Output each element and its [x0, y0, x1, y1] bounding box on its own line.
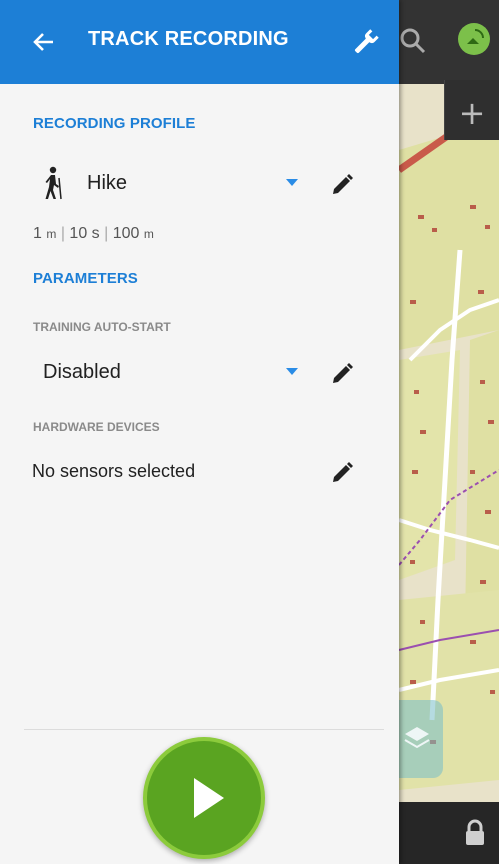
hardware-devices-label: HARDWARE DEVICES — [33, 420, 160, 434]
hiker-icon — [45, 166, 62, 200]
back-button[interactable] — [22, 22, 66, 62]
caret-down-icon[interactable] — [286, 368, 298, 375]
settings-button[interactable] — [344, 20, 388, 64]
hardware-devices-selector[interactable]: No sensors selected — [24, 452, 369, 492]
training-autostart-label: TRAINING AUTO-START — [33, 320, 171, 334]
parameters-header: PARAMETERS — [33, 270, 138, 287]
plus-icon: + — [458, 94, 486, 132]
gps-satellite-icon[interactable] — [449, 14, 499, 64]
stats-separator: | — [60, 225, 65, 242]
arrow-left-icon — [33, 33, 53, 51]
play-icon — [194, 778, 224, 818]
accuracy-value: 100 — [112, 225, 140, 242]
app-bar: TRACK RECORDING — [0, 0, 399, 84]
hardware-devices-value: No sensors selected — [32, 461, 196, 481]
time-value: 10 s — [69, 225, 100, 242]
training-autostart-selector[interactable]: Disabled — [24, 353, 369, 393]
recording-profile-header: RECORDING PROFILE — [33, 115, 196, 132]
distance-unit: m — [46, 227, 57, 241]
divider — [24, 729, 384, 730]
pencil-icon — [333, 363, 353, 383]
profile-name: Hike — [87, 172, 128, 194]
wrench-icon — [354, 29, 379, 54]
accuracy-unit: m — [143, 227, 154, 241]
zoom-in-button[interactable]: + — [444, 80, 499, 140]
edit-profile-button[interactable] — [324, 168, 360, 202]
layers-icon — [404, 727, 430, 749]
pencil-icon — [333, 174, 353, 194]
training-autostart-value: Disabled — [43, 361, 121, 383]
edit-hardware-button[interactable] — [324, 456, 360, 490]
profile-stats: 1 m | 10 s | 100 m — [33, 225, 154, 243]
page-title: TRACK RECORDING — [88, 28, 289, 50]
edit-autostart-button[interactable] — [324, 357, 360, 391]
layers-button[interactable] — [399, 700, 443, 778]
lock-icon[interactable] — [463, 818, 487, 848]
caret-down-icon[interactable] — [286, 179, 298, 186]
track-recording-drawer: TRACK RECORDING RECORDING PROFILE Hike 1… — [0, 0, 399, 864]
recording-profile-selector[interactable]: Hike — [24, 164, 369, 204]
stats-separator: | — [104, 225, 109, 242]
distance-value: 1 — [33, 225, 42, 242]
pencil-icon — [333, 462, 353, 482]
search-icon[interactable] — [400, 20, 430, 60]
start-recording-button[interactable] — [143, 737, 265, 859]
